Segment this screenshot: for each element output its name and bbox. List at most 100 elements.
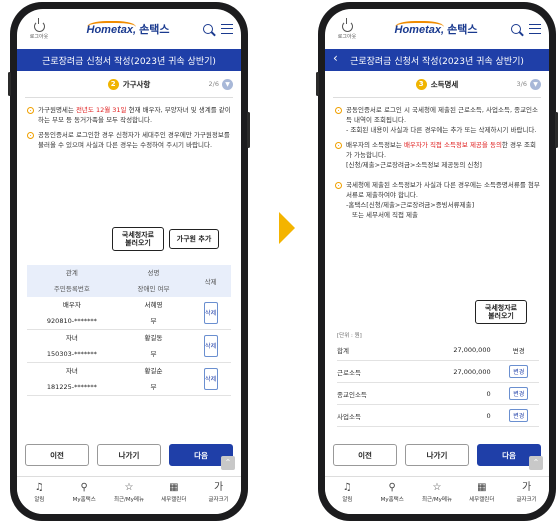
divider <box>25 97 233 98</box>
step-page: 2/6 <box>208 80 219 88</box>
power-icon <box>33 17 45 32</box>
cell-rrn: 150303-******* <box>46 350 97 358</box>
delete-button[interactable]: 삭제 <box>203 335 218 357</box>
volume-button <box>8 72 11 96</box>
menu-icon[interactable] <box>529 24 541 34</box>
nav-item-font-size[interactable]: 가글자크기 <box>196 477 241 508</box>
table-row: 근로소득 27,000,000 변경 <box>337 361 539 383</box>
nav-item-font-size[interactable]: 가글자크기 <box>504 477 549 508</box>
chevron-down-icon[interactable]: ▼ <box>530 78 541 90</box>
scroll-top-icon[interactable]: ⌃ <box>221 456 235 470</box>
income-amount: 0 <box>486 411 491 420</box>
bullet-icon <box>27 132 34 139</box>
bell-icon: ♫ <box>342 481 352 493</box>
notice-item: 공동인증서로 로그인한 경우 신청자가 세대주인 경우에만 가구원정보를 불러올… <box>27 130 233 150</box>
cell-disabled: 부 <box>150 317 157 325</box>
load-nts-data-button[interactable]: 국세청자료 불러오기 <box>112 227 164 251</box>
search-icon[interactable] <box>203 24 213 34</box>
font-size-icon: 가 <box>521 481 532 493</box>
header-rrn: 주민등록번호 <box>53 285 90 293</box>
nav-item-recent[interactable]: ☆ 최근/My메뉴 <box>415 477 460 508</box>
change-link[interactable]: 변경 <box>513 345 525 355</box>
menu-icon[interactable] <box>221 24 233 34</box>
income-amount: 27,000,000 <box>453 345 491 354</box>
brand-logo[interactable]: Hometax, 손택스 <box>361 21 511 37</box>
step-label: 소득명세 <box>430 79 459 89</box>
logout-button[interactable]: 로그아웃 <box>25 17 53 40</box>
page-title: 근로장려금 신청서 작성(2023년 귀속 상반기) <box>42 56 216 67</box>
nav-item-recent[interactable]: ☆ 최근/My메뉴 <box>107 477 152 508</box>
header-name: 성명 <box>147 269 160 277</box>
nav-label: 최근/My메뉴 <box>421 496 453 503</box>
nav-label: 글자크기 <box>208 496 229 503</box>
step-indicator: 3 소득명세 3/6 ▼ <box>325 75 549 93</box>
brand-ko: 손택스 <box>139 24 170 36</box>
top-bar: 로그아웃 Hometax, 손택스 <box>17 9 241 49</box>
nav-item-my-hometax[interactable]: ⚲ My홈택스 <box>370 477 415 508</box>
scroll-top-icon[interactable]: ⌃ <box>529 456 543 470</box>
logout-label: 로그아웃 <box>337 33 357 40</box>
nav-label: 알림 <box>34 496 45 503</box>
delete-button[interactable]: 삭제 <box>203 368 218 390</box>
nav-item-alerts[interactable]: ♫ 알림 <box>17 477 62 508</box>
table-row: 자녀 181225-******* 황길순 부 삭제 <box>27 363 231 396</box>
step-label: 가구사항 <box>122 79 151 89</box>
nav-item-calendar[interactable]: ▦ 세무캘린더 <box>151 477 196 508</box>
cell-relation: 배우자 <box>62 301 81 309</box>
notice-text: 가구원명세는 <box>38 106 76 114</box>
change-button[interactable]: 변경 <box>509 409 529 422</box>
prev-button[interactable]: 이전 <box>25 444 89 466</box>
household-table: 관계 주민등록번호 성명 장애인 여부 삭제 배우자 920810-******* 서… <box>27 265 231 396</box>
nav-item-alerts[interactable]: ♫ 알림 <box>325 477 370 508</box>
load-nts-data-button[interactable]: 국세청자료 불러오기 <box>475 300 527 324</box>
notice-subtext: [신청/제출>근로장려금>소득정보 제공동의 신청] <box>346 161 482 169</box>
bullet-icon <box>335 107 342 114</box>
star-icon: ☆ <box>432 481 442 493</box>
divider <box>333 97 541 98</box>
search-icon[interactable] <box>511 24 521 34</box>
delete-button[interactable]: 삭제 <box>203 302 218 324</box>
table-row: 종교인소득 0 변경 <box>337 383 539 405</box>
logout-button[interactable]: 로그아웃 <box>333 17 361 40</box>
add-household-member-button[interactable]: 가구원 추가 <box>169 229 219 249</box>
notice-subtext: -홈택스[신청/제출>근로장려금>증빙서류제출] <box>346 201 475 209</box>
notice-text: 국세청에 제출된 소득정보가 사실과 다른 경우에는 소득증명서류를 첨부서류로… <box>346 181 540 199</box>
change-button[interactable]: 변경 <box>509 365 529 378</box>
cell-relation: 자녀 <box>65 367 78 375</box>
nav-item-calendar[interactable]: ▦ 세무캘린더 <box>459 477 504 508</box>
table-row: 합계 27,000,000 변경 <box>337 339 539 361</box>
bell-icon: ♫ <box>34 481 44 493</box>
font-size-icon: 가 <box>213 481 224 493</box>
volume-button <box>316 72 319 96</box>
header-delete: 삭제 <box>204 278 217 286</box>
bottom-nav: ♫ 알림 ⚲ My홈택스 ☆ 최근/My메뉴 ▦ 세무캘린더 가글자크기 <box>325 476 549 514</box>
screen-left: 로그아웃 Hometax, 손택스 근로장려금 신청서 작성(2023년 귀속 … <box>17 9 241 514</box>
bottom-nav: ♫ 알림 ⚲ My홈택스 ☆ 최근/My메뉴 ▦ 세무캘린더 가글자크기 <box>17 476 241 514</box>
nav-label: 글자크기 <box>516 496 537 503</box>
brand-logo[interactable]: Hometax, 손택스 <box>53 21 203 37</box>
arrow-right-icon <box>279 212 295 244</box>
table-row: 배우자 920810-******* 서혜영 부 삭제 <box>27 297 231 330</box>
change-button[interactable]: 변경 <box>509 387 529 400</box>
calendar-icon: ▦ <box>169 481 179 493</box>
bullet-icon <box>27 107 34 114</box>
nav-item-my-hometax[interactable]: ⚲ My홈택스 <box>62 477 107 508</box>
notice-item: 배우자의 소득정보는 배우자가 직접 소득정보 제공을 동의한 경우 조회가 가… <box>335 140 541 170</box>
bottom-buttons: 이전 나가기 다음 <box>25 444 233 466</box>
notice-list: 가구원명세는 전년도 12월 31일 현재 배우자, 부양자녀 및 생계를 같이… <box>27 105 233 155</box>
screen-right: 로그아웃 Hometax, 손택스 ‹ 근로장려금 신청서 작성(2023년 귀… <box>325 9 549 514</box>
page-title: 근로장려금 신청서 작성(2023년 귀속 상반기) <box>350 56 524 67</box>
button-label: 불러오기 <box>488 312 514 320</box>
prev-button[interactable]: 이전 <box>333 444 397 466</box>
notice-subtext: - 조회된 내용이 사실과 다른 경우에는 추가 또는 삭제하시기 바랍니다. <box>346 126 537 134</box>
nav-label: My홈택스 <box>380 496 404 503</box>
cell-name: 서혜영 <box>144 301 163 309</box>
income-label: 종교인소득 <box>337 390 367 399</box>
brand-en: Hometax, <box>394 21 445 36</box>
exit-button[interactable]: 나가기 <box>405 444 469 466</box>
back-icon[interactable]: ‹ <box>333 51 338 65</box>
exit-button[interactable]: 나가기 <box>97 444 161 466</box>
cell-relation: 자녀 <box>65 334 78 342</box>
phone-right: 로그아웃 Hometax, 손택스 ‹ 근로장려금 신청서 작성(2023년 귀… <box>316 2 558 521</box>
chevron-down-icon[interactable]: ▼ <box>222 78 233 90</box>
